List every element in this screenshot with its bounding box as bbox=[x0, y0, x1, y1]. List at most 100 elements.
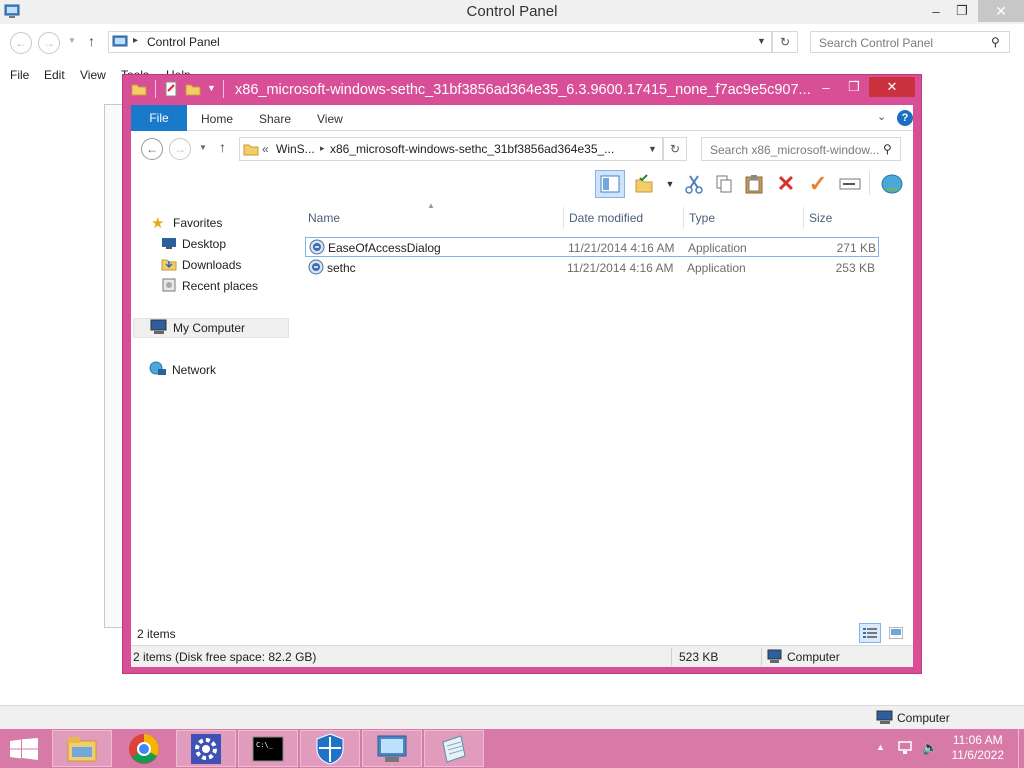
explorer-search-input[interactable]: Search x86_microsoft-window... ⚲ bbox=[701, 137, 901, 161]
column-header-date[interactable]: Date modified bbox=[569, 211, 643, 225]
notepad-icon bbox=[442, 734, 466, 763]
table-row[interactable]: EaseOfAccessDialog 11/21/2014 4:16 AM Ap… bbox=[305, 237, 879, 257]
cp-back-button[interactable]: ← bbox=[10, 32, 32, 54]
copy-icon[interactable] bbox=[711, 171, 737, 197]
globe-icon[interactable] bbox=[879, 171, 905, 197]
tab-view[interactable]: View bbox=[317, 112, 343, 126]
taskbar-file-explorer[interactable] bbox=[52, 730, 112, 767]
file-size: 271 KB bbox=[836, 241, 876, 255]
large-icons-view-icon[interactable] bbox=[885, 623, 907, 643]
explorer-forward-button[interactable]: → bbox=[169, 138, 191, 160]
cut-icon[interactable] bbox=[681, 171, 707, 197]
select-folder-icon[interactable] bbox=[631, 171, 657, 197]
cp-breadcrumb[interactable]: Control Panel bbox=[147, 35, 220, 49]
nav-recent-places[interactable]: Recent places bbox=[131, 276, 287, 296]
explorer-search-placeholder: Search x86_microsoft-window... bbox=[710, 143, 880, 157]
delete-icon[interactable]: ✕ bbox=[773, 171, 799, 197]
new-folder-icon[interactable] bbox=[185, 81, 201, 100]
column-header-name[interactable]: Name bbox=[308, 211, 340, 225]
explorer-up-button[interactable]: ↑ bbox=[219, 139, 226, 155]
nav-downloads[interactable]: Downloads bbox=[131, 255, 287, 275]
folder-icon bbox=[243, 141, 259, 160]
taskbar-defender[interactable] bbox=[300, 730, 360, 767]
explorer-address-dropdown-icon[interactable]: ▼ bbox=[648, 144, 657, 154]
breadcrumb-parent[interactable]: WinS... bbox=[276, 142, 315, 156]
explorer-back-button[interactable]: ← bbox=[141, 138, 163, 160]
tab-share[interactable]: Share bbox=[259, 112, 291, 126]
chrome-icon bbox=[129, 733, 159, 764]
breadcrumb-chevron-icon: ▸ bbox=[133, 35, 139, 46]
cp-recent-dropdown-icon[interactable]: ▼ bbox=[68, 36, 76, 45]
column-separator[interactable] bbox=[563, 207, 564, 229]
column-separator[interactable] bbox=[803, 207, 804, 229]
sort-ascending-icon: ▲ bbox=[427, 201, 435, 210]
explorer-recent-dropdown-icon[interactable]: ▼ bbox=[199, 143, 207, 152]
properties-icon[interactable] bbox=[163, 81, 179, 100]
taskbar-settings[interactable] bbox=[176, 730, 236, 767]
table-row[interactable]: sethc 11/21/2014 4:16 AM Application 253… bbox=[305, 258, 879, 278]
folder-options-dropdown-icon[interactable]: ▼ bbox=[657, 171, 683, 197]
help-icon[interactable]: ? bbox=[897, 110, 913, 126]
explorer-address-bar[interactable]: « WinS... ▸ x86_microsoft-windows-sethc_… bbox=[239, 137, 663, 161]
explorer-maximize-button[interactable]: ❐ bbox=[839, 77, 869, 97]
cp-up-button[interactable]: ↑ bbox=[88, 33, 95, 49]
nav-computer-label: My Computer bbox=[173, 321, 246, 335]
preview-pane-icon[interactable] bbox=[595, 170, 625, 198]
column-separator[interactable] bbox=[683, 207, 684, 229]
status-location: Computer bbox=[787, 650, 840, 664]
taskbar-command-prompt[interactable]: C:\_ bbox=[238, 730, 298, 767]
taskbar-clock[interactable]: 11:06 AM 11/6/2022 bbox=[952, 733, 1005, 763]
file-explorer-icon bbox=[67, 736, 97, 761]
paste-icon[interactable] bbox=[741, 171, 767, 197]
cp-address-bar[interactable]: ▸ Control Panel ▼ bbox=[108, 31, 772, 53]
nav-my-computer[interactable]: My Computer bbox=[133, 318, 289, 338]
customize-quick-access-icon[interactable]: ▼ bbox=[207, 83, 216, 93]
show-desktop-button[interactable] bbox=[1018, 729, 1024, 768]
file-name: EaseOfAccessDialog bbox=[328, 241, 441, 255]
cp-minimize-button[interactable]: – bbox=[922, 0, 950, 22]
column-header-size[interactable]: Size bbox=[809, 211, 832, 225]
tab-home[interactable]: Home bbox=[201, 112, 233, 126]
nav-favorites[interactable]: ★ Favorites bbox=[131, 213, 287, 233]
windows-start-icon[interactable] bbox=[10, 738, 38, 763]
cp-menu-edit[interactable]: Edit bbox=[44, 68, 65, 82]
show-hidden-icons-icon[interactable]: ▲ bbox=[876, 742, 885, 752]
explorer-minimize-button[interactable]: – bbox=[811, 77, 841, 97]
search-icon[interactable]: ⚲ bbox=[883, 142, 892, 156]
nav-desktop[interactable]: Desktop bbox=[131, 234, 287, 254]
cp-refresh-button[interactable]: ↻ bbox=[772, 31, 798, 53]
nav-network[interactable]: Network bbox=[131, 360, 287, 380]
ribbon: File Home Share View ⌄ ? bbox=[131, 105, 913, 131]
rename-icon[interactable] bbox=[837, 171, 863, 197]
file-type: Application bbox=[688, 241, 747, 255]
taskbar-notepad[interactable] bbox=[424, 730, 484, 767]
expand-ribbon-icon[interactable]: ⌄ bbox=[877, 110, 886, 123]
clock-time: 11:06 AM bbox=[952, 733, 1003, 747]
cp-menu-file[interactable]: File bbox=[10, 68, 29, 82]
command-prompt-icon: C:\_ bbox=[252, 736, 284, 761]
cp-address-dropdown-icon[interactable]: ▼ bbox=[757, 36, 766, 46]
tab-file[interactable]: File bbox=[131, 105, 187, 131]
taskbar-control-panel[interactable] bbox=[362, 730, 422, 767]
checkmark-icon[interactable]: ✓ bbox=[805, 171, 831, 197]
cp-maximize-button[interactable]: ❐ bbox=[948, 0, 976, 22]
cp-search-input[interactable]: Search Control Panel ⚲ bbox=[810, 31, 1010, 53]
titlebar-divider bbox=[155, 80, 156, 98]
cp-forward-button[interactable]: → bbox=[38, 32, 60, 54]
details-view-icon[interactable] bbox=[859, 623, 881, 643]
breadcrumb-overflow[interactable]: « bbox=[262, 142, 269, 156]
search-icon[interactable]: ⚲ bbox=[991, 35, 1000, 49]
explorer-close-button[interactable]: ✕ bbox=[869, 77, 915, 97]
taskbar-chrome[interactable] bbox=[114, 730, 174, 767]
column-header-type[interactable]: Type bbox=[689, 211, 715, 225]
file-list: ▲ Name Date modified Type Size EaseOfAcc… bbox=[303, 201, 913, 611]
breadcrumb-chevron-icon[interactable]: ▸ bbox=[320, 143, 325, 154]
explorer-titlebar[interactable]: ▼ x86_microsoft-windows-sethc_31bf3856ad… bbox=[123, 75, 921, 105]
application-icon bbox=[308, 259, 324, 278]
network-tray-icon[interactable] bbox=[898, 740, 914, 759]
breadcrumb-current[interactable]: x86_microsoft-windows-sethc_31bf3856ad36… bbox=[330, 142, 614, 156]
explorer-refresh-button[interactable]: ↻ bbox=[663, 137, 687, 161]
volume-icon[interactable]: 🔈 bbox=[922, 740, 938, 756]
cp-menu-view[interactable]: View bbox=[80, 68, 106, 82]
cp-close-button[interactable]: ✕ bbox=[978, 0, 1024, 22]
